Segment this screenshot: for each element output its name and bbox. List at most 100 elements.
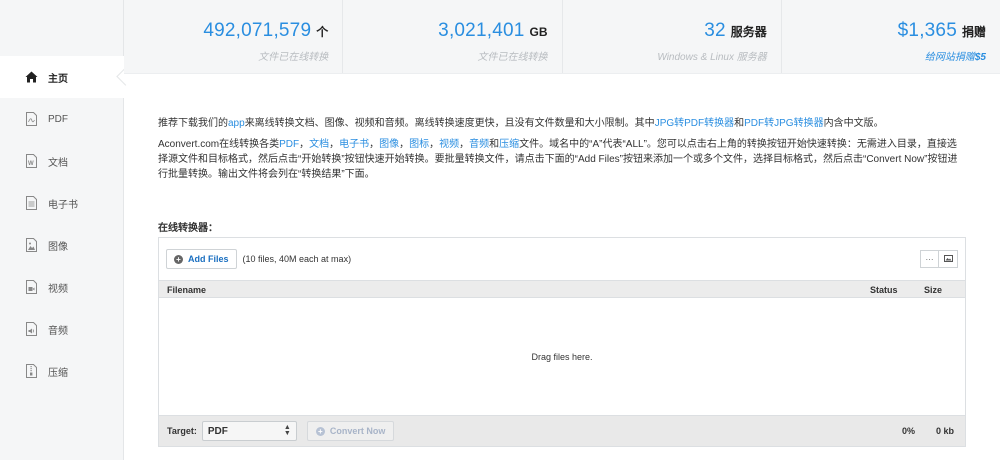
intro-paragraph-1: 推荐下载我们的app来离线转换文档、图像、视频和音频。离线转换速度更快，且没有文… — [158, 116, 966, 131]
list-view-button[interactable]: ··· — [920, 250, 939, 268]
sidebar-item-document[interactable]: W 文档 — [0, 140, 124, 182]
separator: ， — [299, 139, 310, 150]
drop-zone[interactable]: Drag files here. — [159, 298, 965, 416]
donate-link-text[interactable]: 给网站捐赠 — [925, 52, 975, 63]
stat-caption: Windows & Linux 服务器 — [657, 52, 767, 63]
sidebar: 主页 PDF W 文档 电子书 图像 视频 音频 压缩 — [0, 0, 125, 460]
converter-toolbar: + Add Files (10 files, 40M each at max) … — [159, 238, 965, 280]
word-file-icon: W — [24, 154, 38, 168]
total-size: 0 kb — [936, 426, 955, 436]
stat-caption: 文件已在线转换 — [477, 52, 548, 63]
converter-footer: Target: PDF ▲ ▼ + Convert Now 0% 0 kb — [159, 415, 965, 446]
sidebar-item-label: 电子书 — [48, 199, 78, 211]
stat-servers: 32 服务器 Windows & Linux 服务器 — [561, 0, 781, 73]
sidebar-item-label: 压缩 — [48, 367, 68, 379]
text: 来离线转换文档、图像、视频和音频。离线转换速度更快，且没有文件数量和大小限制。其… — [244, 118, 655, 129]
separator: ， — [399, 139, 410, 150]
ebook-link[interactable]: 电子书 — [339, 139, 369, 150]
app-link[interactable]: app — [228, 118, 245, 129]
intro-text: 推荐下载我们的app来离线转换文档、图像、视频和音频。离线转换速度更快，且没有文… — [158, 116, 966, 188]
stat-number: 492,071,579 — [203, 20, 312, 41]
separator: ， — [329, 139, 340, 150]
view-toggle: ··· — [920, 250, 958, 268]
file-table-header: Filename Status Size — [159, 280, 965, 298]
thumbnail-view-button[interactable] — [939, 250, 958, 268]
text: 内含中文版。 — [823, 118, 884, 129]
convert-now-button[interactable]: + Convert Now — [306, 421, 395, 441]
sidebar-item-label: 音频 — [48, 325, 68, 337]
separator: ， — [429, 139, 440, 150]
select-arrows-icon: ▲ ▼ — [283, 424, 291, 437]
image-link[interactable]: 图像 — [379, 139, 399, 150]
add-files-button[interactable]: + Add Files — [166, 249, 237, 269]
separator: ， — [459, 139, 470, 150]
list-icon: ··· — [925, 254, 934, 264]
sidebar-item-pdf[interactable]: PDF — [0, 98, 124, 140]
donate-amount[interactable]: $5 — [975, 52, 986, 63]
jpg-to-pdf-link[interactable]: JPG转PDF转换器 — [655, 118, 734, 129]
sidebar-item-label: 主页 — [48, 73, 68, 85]
plus-icon: + — [315, 426, 325, 436]
drop-zone-text: Drag files here. — [531, 352, 593, 362]
sidebar-item-home[interactable]: 主页 — [0, 56, 125, 98]
pdf-file-icon — [24, 112, 38, 126]
sidebar-item-archive[interactable]: 压缩 — [0, 350, 124, 392]
stat-files-converted: 492,071,579 个 文件已在线转换 — [124, 0, 342, 73]
audio-file-icon — [24, 322, 38, 336]
image-file-icon — [24, 238, 38, 252]
progress-percent: 0% — [902, 426, 916, 436]
stat-number: 32 — [704, 20, 726, 41]
col-status: Status — [870, 285, 898, 295]
sidebar-item-image[interactable]: 图像 — [0, 224, 124, 266]
stat-unit: 个 — [316, 25, 329, 39]
stat-gb-converted: 3,021,401 GB 文件已在线转换 — [342, 0, 561, 73]
col-filename: Filename — [167, 285, 207, 295]
stat-number: 3,021,401 — [438, 20, 525, 41]
stat-donations[interactable]: $1,365 捐赠 给网站捐赠$5 — [780, 0, 1000, 73]
pdf-to-jpg-link[interactable]: PDF转JPG转换器 — [744, 118, 823, 129]
sidebar-item-label: 视频 — [48, 283, 68, 295]
stat-unit: 捐赠 — [961, 25, 986, 39]
target-format-select[interactable]: PDF ▲ ▼ — [201, 421, 297, 441]
thumbnail-icon — [943, 254, 953, 264]
donate-link[interactable]: 给网站捐赠$5 — [782, 48, 986, 63]
sidebar-item-video[interactable]: 视频 — [0, 266, 124, 308]
text: Aconvert.com在线转换各类 — [158, 139, 280, 150]
sidebar-item-label: PDF — [48, 113, 68, 125]
file-limit-text: (10 files, 40M each at max) — [242, 254, 352, 264]
archive-link[interactable]: 压缩 — [499, 139, 519, 150]
archive-file-icon — [24, 364, 38, 378]
target-format-value: PDF — [207, 425, 228, 437]
ebook-file-icon — [24, 196, 38, 210]
pdf-link[interactable]: PDF — [279, 139, 299, 150]
svg-text:W: W — [28, 161, 34, 167]
document-link[interactable]: 文档 — [309, 139, 329, 150]
sidebar-item-label: 图像 — [48, 241, 68, 253]
video-link[interactable]: 视频 — [439, 139, 459, 150]
home-icon — [24, 70, 38, 84]
col-size: Size — [924, 285, 943, 295]
text: 推荐下载我们的 — [158, 118, 228, 129]
convert-now-label: Convert Now — [329, 426, 386, 436]
converter-title: 在线转换器： — [158, 223, 218, 234]
sidebar-item-label: 文档 — [48, 157, 68, 169]
add-files-label: Add Files — [188, 254, 229, 264]
intro-paragraph-2: Aconvert.com在线转换各类PDF，文档，电子书，图像，图标，视频，音频… — [158, 137, 966, 182]
sidebar-nav: 主页 PDF W 文档 电子书 图像 视频 音频 压缩 — [0, 56, 125, 392]
plus-icon: + — [174, 254, 183, 264]
text: 和 — [489, 139, 500, 150]
stat-caption: 文件已在线转换 — [258, 52, 329, 63]
stat-number: $1,365 — [897, 20, 957, 41]
sidebar-item-ebook[interactable]: 电子书 — [0, 182, 124, 224]
stats-bar: 492,071,579 个 文件已在线转换 3,021,401 GB 文件已在线… — [124, 0, 1000, 74]
text: 和 — [734, 118, 745, 129]
separator: ， — [369, 139, 380, 150]
stat-unit: 服务器 — [730, 25, 767, 39]
icon-link[interactable]: 图标 — [409, 139, 429, 150]
video-file-icon — [24, 280, 38, 294]
sidebar-item-audio[interactable]: 音频 — [0, 308, 124, 350]
converter-panel: + Add Files (10 files, 40M each at max) … — [158, 237, 966, 447]
stat-unit: GB — [529, 25, 548, 39]
audio-link[interactable]: 音频 — [469, 139, 489, 150]
target-label: Target: — [167, 426, 197, 436]
